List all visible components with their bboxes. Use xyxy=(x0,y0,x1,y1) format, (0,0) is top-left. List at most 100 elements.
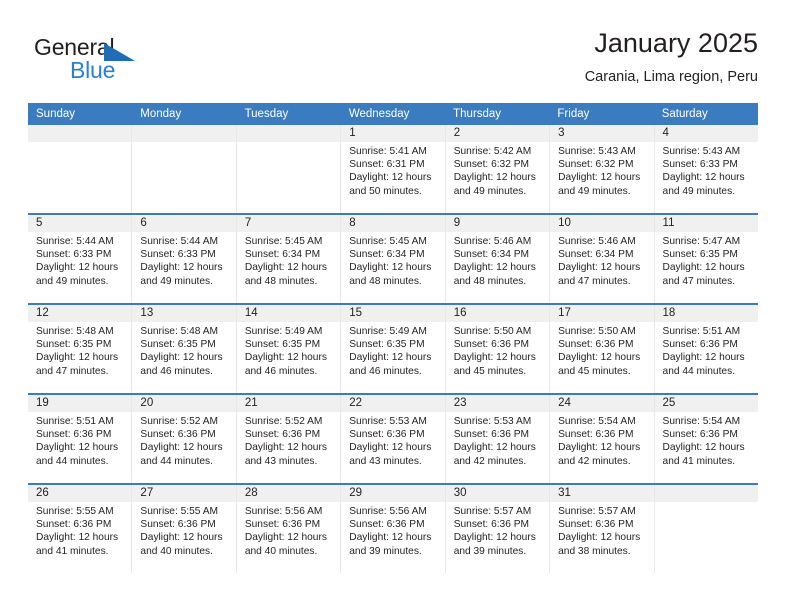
calendar-day-cell[interactable]: 30 Sunrise: 5:57 AM Sunset: 6:36 PM Dayligh… xyxy=(445,485,551,573)
calendar-day-cell[interactable]: 14 Sunrise: 5:49 AM Sunset: 6:35 PM Dayligh… xyxy=(236,305,342,393)
day-sunrise-text: Sunrise: 5:43 AM xyxy=(558,146,636,157)
calendar-day-cell[interactable]: 25 Sunrise: 5:54 AM Sunset: 6:36 PM Dayligh… xyxy=(654,395,758,483)
day-daylight-1-text: Daylight: 12 hours xyxy=(244,442,327,454)
day-daylight-2-text: and 47 minutes. xyxy=(36,365,109,377)
day-daylight-2-text: and 48 minutes. xyxy=(349,275,422,287)
day-daylight-2-text: and 49 minutes. xyxy=(558,185,631,197)
calendar-day-cell[interactable]: 21 Sunrise: 5:52 AM Sunset: 6:36 PM Dayligh… xyxy=(236,395,342,483)
calendar-day-cell[interactable]: 26 Sunrise: 5:55 AM Sunset: 6:36 PM Dayligh… xyxy=(28,485,133,573)
calendar-day-cell[interactable]: 17 Sunrise: 5:50 AM Sunset: 6:36 PM Dayligh… xyxy=(550,305,655,393)
day-daylight-1-text: Daylight: 12 hours xyxy=(558,352,641,364)
calendar-day-cell[interactable]: 24 Sunrise: 5:54 AM Sunset: 6:36 PM Dayligh… xyxy=(550,395,655,483)
day-sunset-text: Sunset: 6:32 PM xyxy=(453,159,530,171)
calendar-day-cell[interactable]: 20 Sunrise: 5:52 AM Sunset: 6:36 PM Dayligh… xyxy=(132,395,237,483)
general-blue-logo[interactable]: General Blue xyxy=(34,34,214,92)
day-daylight-2-text: and 42 minutes. xyxy=(453,455,527,467)
day-daylight-2-text: and 49 minutes. xyxy=(662,185,736,197)
calendar-day-cell[interactable]: 4 Sunrise: 5:43 AM Sunset: 6:33 PM Daylight… xyxy=(654,125,758,213)
calendar-day-cell[interactable]: 9 Sunrise: 5:46 AM Sunset: 6:34 PM Daylight… xyxy=(445,215,551,303)
day-daylight-2-text: and 49 minutes. xyxy=(36,275,109,287)
day-sun-info: Sunrise: 5:46 AM Sunset: 6:34 PM Daylight:… xyxy=(446,232,549,294)
calendar-day-cell[interactable]: 5 Sunrise: 5:44 AM Sunset: 6:33 PM Daylight… xyxy=(28,215,133,303)
day-sunrise-text: Sunrise: 5:55 AM xyxy=(36,506,114,517)
day-sun-info: Sunrise: 5:45 AM Sunset: 6:34 PM Daylight:… xyxy=(341,232,444,294)
day-number: 26 xyxy=(28,485,132,502)
calendar-week-row: 1 Sunrise: 5:41 AM Sunset: 6:31 PM Daylight… xyxy=(28,125,758,213)
calendar-day-cell[interactable]: 19 Sunrise: 5:51 AM Sunset: 6:36 PM Dayligh… xyxy=(28,395,133,483)
day-daylight-2-text: and 46 minutes. xyxy=(349,365,422,377)
day-sun-info: Sunrise: 5:50 AM Sunset: 6:36 PM Daylight:… xyxy=(550,322,653,384)
day-sunrise-text: Sunrise: 5:42 AM xyxy=(453,146,532,157)
day-number xyxy=(28,125,132,142)
calendar-day-cell[interactable]: 1 Sunrise: 5:41 AM Sunset: 6:31 PM Daylight… xyxy=(341,125,446,213)
calendar-week-row: 5 Sunrise: 5:44 AM Sunset: 6:33 PM Daylight… xyxy=(28,213,758,303)
day-daylight-2-text: and 41 minutes. xyxy=(36,545,109,557)
day-sunset-text: Sunset: 6:36 PM xyxy=(558,519,634,531)
day-sunset-text: Sunset: 6:35 PM xyxy=(140,339,216,351)
day-sunrise-text: Sunrise: 5:44 AM xyxy=(140,236,219,247)
calendar-day-cell[interactable]: 2 Sunrise: 5:42 AM Sunset: 6:32 PM Daylight… xyxy=(445,125,551,213)
day-daylight-2-text: and 41 minutes. xyxy=(662,455,736,467)
day-sunrise-text: Sunrise: 5:45 AM xyxy=(349,236,427,247)
day-daylight-1-text: Daylight: 12 hours xyxy=(36,442,119,454)
calendar-day-cell[interactable]: 29 Sunrise: 5:56 AM Sunset: 6:36 PM Dayligh… xyxy=(341,485,446,573)
calendar-week-row: 26 Sunrise: 5:55 AM Sunset: 6:36 PM Dayligh… xyxy=(28,483,758,573)
day-sunrise-text: Sunrise: 5:55 AM xyxy=(140,506,219,517)
calendar-day-cell[interactable]: 10 Sunrise: 5:46 AM Sunset: 6:34 PM Dayligh… xyxy=(550,215,655,303)
calendar-day-cell[interactable]: 7 Sunrise: 5:45 AM Sunset: 6:34 PM Daylight… xyxy=(236,215,342,303)
calendar-day-cell[interactable]: 23 Sunrise: 5:53 AM Sunset: 6:36 PM Dayligh… xyxy=(445,395,551,483)
day-sunrise-text: Sunrise: 5:44 AM xyxy=(36,236,114,247)
weekday-header-sunday: Sunday xyxy=(36,108,76,120)
day-sunrise-text: Sunrise: 5:52 AM xyxy=(140,416,219,427)
day-daylight-1-text: Daylight: 12 hours xyxy=(453,442,536,454)
day-sunset-text: Sunset: 6:36 PM xyxy=(453,429,530,441)
calendar-day-cell[interactable]: 27 Sunrise: 5:55 AM Sunset: 6:36 PM Dayligh… xyxy=(132,485,237,573)
day-sun-info: Sunrise: 5:55 AM Sunset: 6:36 PM Daylight:… xyxy=(132,502,235,564)
day-daylight-2-text: and 48 minutes. xyxy=(453,275,527,287)
weekday-header-friday: Friday xyxy=(557,108,590,120)
calendar-day-cell[interactable]: 8 Sunrise: 5:45 AM Sunset: 6:34 PM Daylight… xyxy=(341,215,446,303)
day-daylight-2-text: and 48 minutes. xyxy=(244,275,318,287)
day-daylight-1-text: Daylight: 12 hours xyxy=(36,532,119,544)
day-daylight-1-text: Daylight: 12 hours xyxy=(140,532,223,544)
calendar-day-cell[interactable]: 11 Sunrise: 5:47 AM Sunset: 6:35 PM Dayligh… xyxy=(654,215,758,303)
day-sunset-text: Sunset: 6:33 PM xyxy=(662,159,738,171)
calendar-day-cell[interactable]: 6 Sunrise: 5:44 AM Sunset: 6:33 PM Daylight… xyxy=(132,215,237,303)
day-sunset-text: Sunset: 6:33 PM xyxy=(36,249,112,261)
calendar-grid: Sunday Monday Tuesday Wednesday Thursday Frid… xyxy=(28,103,758,573)
day-sun-info: Sunrise: 5:45 AM Sunset: 6:34 PM Daylight:… xyxy=(237,232,340,294)
calendar-day-cell[interactable]: 28 Sunrise: 5:56 AM Sunset: 6:36 PM Dayligh… xyxy=(236,485,342,573)
day-number: 2 xyxy=(445,125,550,142)
day-sunset-text: Sunset: 6:36 PM xyxy=(558,339,634,351)
calendar-day-cell[interactable]: 31 Sunrise: 5:57 AM Sunset: 6:36 PM Dayligh… xyxy=(550,485,655,573)
day-sunrise-text: Sunrise: 5:46 AM xyxy=(453,236,532,247)
day-sunset-text: Sunset: 6:33 PM xyxy=(140,249,216,261)
day-daylight-1-text: Daylight: 12 hours xyxy=(36,352,119,364)
calendar-day-cell[interactable]: 12 Sunrise: 5:48 AM Sunset: 6:35 PM Dayligh… xyxy=(28,305,133,393)
day-daylight-1-text: Daylight: 12 hours xyxy=(453,352,536,364)
day-sunrise-text: Sunrise: 5:51 AM xyxy=(36,416,114,427)
calendar-day-cell[interactable]: 16 Sunrise: 5:50 AM Sunset: 6:36 PM Dayligh… xyxy=(445,305,551,393)
weekday-header-row: Sunday Monday Tuesday Wednesday Thursday Frid… xyxy=(28,103,758,125)
day-daylight-2-text: and 49 minutes. xyxy=(140,275,213,287)
day-sun-info: Sunrise: 5:44 AM Sunset: 6:33 PM Daylight:… xyxy=(28,232,131,294)
day-number: 28 xyxy=(236,485,341,502)
day-sun-info: Sunrise: 5:57 AM Sunset: 6:36 PM Daylight:… xyxy=(550,502,653,564)
day-daylight-1-text: Daylight: 12 hours xyxy=(453,172,536,184)
weekday-header-saturday: Saturday xyxy=(661,108,708,120)
calendar-day-cell[interactable]: 15 Sunrise: 5:49 AM Sunset: 6:35 PM Dayligh… xyxy=(341,305,446,393)
day-sun-info: Sunrise: 5:48 AM Sunset: 6:35 PM Daylight:… xyxy=(28,322,131,384)
day-sunrise-text: Sunrise: 5:49 AM xyxy=(349,326,427,337)
calendar-day-cell-empty xyxy=(28,125,133,213)
calendar-day-cell[interactable]: 22 Sunrise: 5:53 AM Sunset: 6:36 PM Dayligh… xyxy=(341,395,446,483)
day-sunrise-text: Sunrise: 5:53 AM xyxy=(453,416,532,427)
day-number xyxy=(132,125,236,142)
calendar-day-cell[interactable]: 18 Sunrise: 5:51 AM Sunset: 6:36 PM Dayligh… xyxy=(654,305,758,393)
calendar-day-cell[interactable]: 3 Sunrise: 5:43 AM Sunset: 6:32 PM Daylight… xyxy=(550,125,655,213)
day-sunset-text: Sunset: 6:35 PM xyxy=(349,339,425,351)
day-sunset-text: Sunset: 6:36 PM xyxy=(244,429,321,441)
day-number: 22 xyxy=(341,395,445,412)
day-daylight-1-text: Daylight: 12 hours xyxy=(453,262,536,274)
calendar-day-cell[interactable]: 13 Sunrise: 5:48 AM Sunset: 6:35 PM Dayligh… xyxy=(132,305,237,393)
day-number: 13 xyxy=(132,305,236,322)
